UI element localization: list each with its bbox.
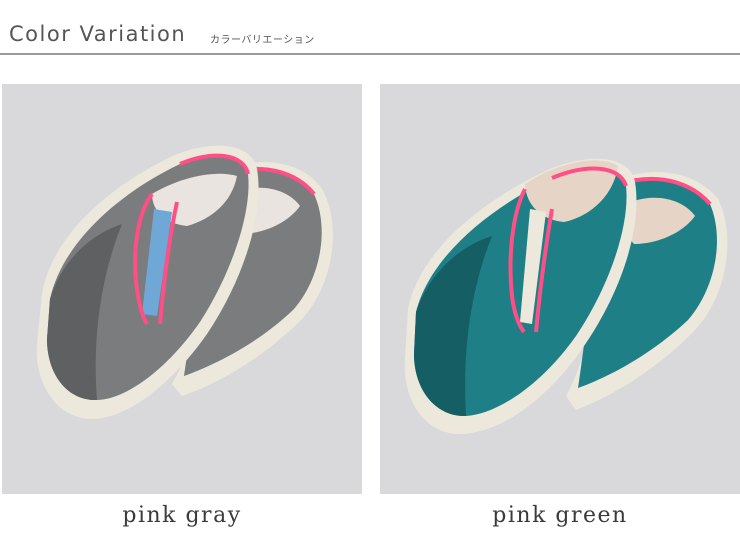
header-divider bbox=[0, 53, 740, 55]
product-photo-pink-gray bbox=[2, 84, 362, 494]
product-caption-pink-gray: pink gray bbox=[122, 503, 242, 528]
section-subtitle: カラーバリエーション bbox=[210, 35, 315, 46]
section-title: Color Variation bbox=[9, 22, 187, 46]
product-photo-pink-green bbox=[380, 84, 740, 494]
page-header: Color Variation カラーバリエーション bbox=[0, 0, 740, 56]
product-caption-pink-green: pink green bbox=[492, 503, 628, 528]
